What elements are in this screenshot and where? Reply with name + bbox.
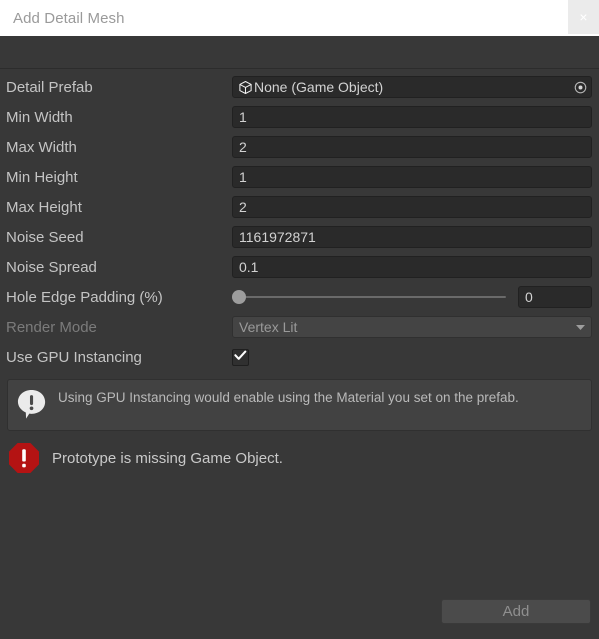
max-height-input[interactable]: 2 bbox=[232, 196, 592, 218]
row-noise-spread: Noise Spread 0.1 bbox=[0, 252, 599, 282]
gpu-instancing-help-box: Using GPU Instancing would enable using … bbox=[7, 379, 592, 431]
noise-seed-input[interactable]: 1161972871 bbox=[232, 226, 592, 248]
label-min-width: Min Width bbox=[6, 108, 73, 126]
checkmark-icon bbox=[234, 348, 247, 366]
row-min-height: Min Height 1 bbox=[0, 162, 599, 192]
field-wrap-min-height: 1 bbox=[232, 166, 599, 188]
row-min-width: Min Width 1 bbox=[0, 102, 599, 132]
noise-spread-input[interactable]: 0.1 bbox=[232, 256, 592, 278]
slider-track bbox=[232, 290, 506, 304]
label-render-mode: Render Mode bbox=[6, 318, 97, 336]
field-wrap-noise-seed: 1161972871 bbox=[232, 226, 599, 248]
field-wrap-max-width: 2 bbox=[232, 136, 599, 158]
chevron-down-icon bbox=[574, 321, 587, 334]
field-wrap-detail-prefab: None (Game Object) bbox=[232, 76, 599, 98]
property-form: Detail Prefab None (Game Object) Min Wid… bbox=[0, 69, 599, 372]
add-button[interactable]: Add bbox=[441, 598, 591, 624]
object-picker-icon[interactable] bbox=[570, 77, 590, 97]
add-detail-mesh-dialog: Add Detail Mesh × Detail Prefab None (Ga… bbox=[0, 0, 599, 639]
min-width-input[interactable]: 1 bbox=[232, 106, 592, 128]
detail-prefab-object-field[interactable]: None (Game Object) bbox=[232, 76, 592, 98]
hole-edge-padding-slider[interactable] bbox=[232, 286, 518, 308]
slider-handle[interactable] bbox=[232, 290, 246, 304]
row-use-gpu-instancing: Use GPU Instancing bbox=[0, 342, 599, 372]
row-noise-seed: Noise Seed 1161972871 bbox=[0, 222, 599, 252]
error-octagon-icon bbox=[6, 440, 42, 476]
window-title: Add Detail Mesh bbox=[13, 9, 125, 27]
gameobject-cube-icon bbox=[238, 80, 253, 95]
close-button[interactable]: × bbox=[568, 0, 599, 34]
dialog-footer: Add bbox=[0, 583, 599, 639]
max-width-input[interactable]: 2 bbox=[232, 136, 592, 158]
top-separator bbox=[0, 36, 599, 69]
detail-prefab-value: None (Game Object) bbox=[254, 79, 384, 95]
row-detail-prefab: Detail Prefab None (Game Object) bbox=[0, 72, 599, 102]
row-render-mode: Render Mode Vertex Lit bbox=[0, 312, 599, 342]
error-message: Prototype is missing Game Object. bbox=[52, 449, 283, 467]
info-speech-bubble-icon bbox=[16, 388, 49, 421]
field-wrap-noise-spread: 0.1 bbox=[232, 256, 599, 278]
row-max-width: Max Width 2 bbox=[0, 132, 599, 162]
dialog-body: Detail Prefab None (Game Object) Min Wid… bbox=[0, 36, 599, 639]
label-detail-prefab: Detail Prefab bbox=[6, 78, 93, 96]
label-max-width: Max Width bbox=[6, 138, 77, 156]
label-noise-spread: Noise Spread bbox=[6, 258, 97, 276]
hole-edge-padding-input[interactable]: 0 bbox=[518, 286, 592, 308]
label-use-gpu-instancing: Use GPU Instancing bbox=[6, 348, 142, 366]
label-min-height: Min Height bbox=[6, 168, 78, 186]
validation-error: Prototype is missing Game Object. bbox=[0, 431, 599, 476]
row-max-height: Max Height 2 bbox=[0, 192, 599, 222]
help-message: Using GPU Instancing would enable using … bbox=[58, 390, 519, 405]
render-mode-dropdown[interactable]: Vertex Lit bbox=[232, 316, 592, 338]
window-titlebar: Add Detail Mesh × bbox=[0, 0, 599, 36]
label-max-height: Max Height bbox=[6, 198, 82, 216]
min-height-input[interactable]: 1 bbox=[232, 166, 592, 188]
field-wrap-hole-edge-padding: 0 bbox=[232, 286, 599, 308]
field-wrap-max-height: 2 bbox=[232, 196, 599, 218]
label-hole-edge-padding: Hole Edge Padding (%) bbox=[6, 288, 163, 306]
close-icon: × bbox=[579, 9, 588, 25]
label-noise-seed: Noise Seed bbox=[6, 228, 84, 246]
render-mode-value: Vertex Lit bbox=[239, 319, 298, 335]
field-wrap-use-gpu-instancing bbox=[232, 348, 599, 366]
field-wrap-min-width: 1 bbox=[232, 106, 599, 128]
use-gpu-instancing-checkbox[interactable] bbox=[232, 348, 249, 366]
field-wrap-render-mode: Vertex Lit bbox=[232, 316, 599, 338]
row-hole-edge-padding: Hole Edge Padding (%) 0 bbox=[0, 282, 599, 312]
